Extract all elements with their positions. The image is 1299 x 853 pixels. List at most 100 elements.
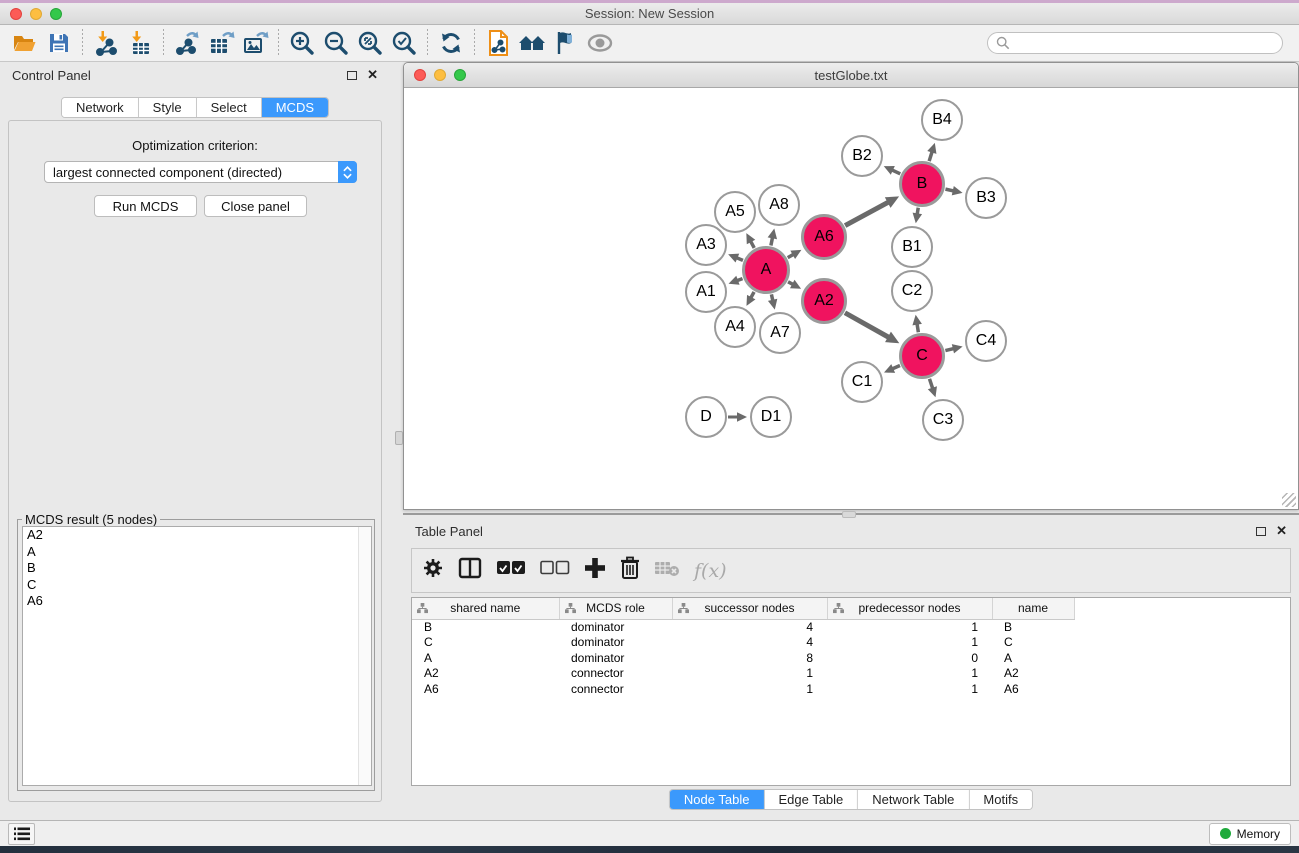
table-row[interactable]: Adominator80A (412, 650, 1290, 666)
delete-table-button[interactable] (654, 559, 680, 582)
graph-node-B[interactable]: B (899, 161, 945, 207)
float-panel-icon[interactable] (1256, 527, 1266, 536)
save-session-button[interactable] (42, 28, 76, 58)
graph-node-A[interactable]: A (742, 246, 790, 294)
column-header-successor-nodes[interactable]: successor nodes (672, 598, 827, 619)
graph-edge-A2-C[interactable] (845, 313, 890, 338)
graph-node-C2[interactable]: C2 (891, 270, 933, 312)
graph-node-A2[interactable]: A2 (801, 278, 847, 324)
table-cell[interactable]: 4 (672, 635, 827, 651)
import-table-button[interactable] (123, 28, 157, 58)
mcds-result-item[interactable]: A2 (23, 527, 371, 544)
column-header-shared-name[interactable]: shared name (412, 598, 559, 619)
mcds-result-item[interactable]: A6 (23, 593, 371, 610)
home-button[interactable] (515, 28, 549, 58)
table-cell[interactable]: A (412, 650, 559, 666)
tab-motifs[interactable]: Motifs (969, 790, 1032, 809)
close-panel-icon[interactable]: ✕ (367, 70, 378, 80)
graph-node-A6[interactable]: A6 (801, 214, 847, 260)
table-cell[interactable]: 8 (672, 650, 827, 666)
tab-style[interactable]: Style (139, 98, 197, 117)
tab-mcds[interactable]: MCDS (262, 98, 328, 117)
table-cell[interactable]: dominator (559, 635, 672, 651)
show-hide-panels-button[interactable] (583, 28, 617, 58)
search-input[interactable] (1015, 36, 1274, 50)
open-session-button[interactable] (8, 28, 42, 58)
tab-network-table[interactable]: Network Table (858, 790, 969, 809)
task-history-button[interactable] (8, 823, 35, 845)
zoom-in-button[interactable] (285, 28, 319, 58)
close-panel-button[interactable]: Close panel (204, 195, 307, 217)
table-row[interactable]: Cdominator41C (412, 635, 1290, 651)
column-header-mcds-role[interactable]: MCDS role (559, 598, 672, 619)
horizontal-divider-handle[interactable] (842, 511, 856, 518)
tab-select[interactable]: Select (197, 98, 262, 117)
table-row[interactable]: A6connector11A6 (412, 681, 1290, 697)
graph-edge-A6-B[interactable] (845, 202, 889, 226)
table-cell[interactable]: 1 (827, 635, 992, 651)
level-of-detail-button[interactable] (549, 28, 583, 58)
resize-grip-icon[interactable] (1282, 493, 1296, 507)
select-all-button[interactable] (496, 560, 526, 581)
graph-node-C1[interactable]: C1 (841, 361, 883, 403)
mcds-result-list[interactable]: A2ABCA6 (22, 526, 372, 786)
float-panel-icon[interactable] (347, 71, 357, 80)
split-divider-handle[interactable] (395, 431, 403, 445)
export-image-button[interactable] (238, 28, 272, 58)
create-column-button[interactable] (584, 557, 606, 584)
tab-edge-table[interactable]: Edge Table (764, 790, 858, 809)
table-cell[interactable]: dominator (559, 650, 672, 666)
table-cell[interactable]: A6 (992, 681, 1074, 697)
table-cell[interactable]: connector (559, 666, 672, 682)
graph-node-B1[interactable]: B1 (891, 226, 933, 268)
function-builder-button[interactable]: f(x) (694, 560, 727, 582)
graph-node-A8[interactable]: A8 (758, 184, 800, 226)
memory-button[interactable]: Memory (1209, 823, 1291, 845)
optimization-criterion-select[interactable]: largest connected component (directed) (44, 161, 357, 183)
run-mcds-button[interactable]: Run MCDS (94, 195, 197, 217)
graph-node-A7[interactable]: A7 (759, 312, 801, 354)
zoom-fit-button[interactable] (353, 28, 387, 58)
graph-node-C3[interactable]: C3 (922, 399, 964, 441)
table-cell[interactable]: connector (559, 681, 672, 697)
graph-node-B4[interactable]: B4 (921, 99, 963, 141)
import-network-button[interactable] (89, 28, 123, 58)
table-cell[interactable]: A2 (412, 666, 559, 682)
graph-node-B2[interactable]: B2 (841, 135, 883, 177)
search-box[interactable] (987, 32, 1283, 54)
export-network-button[interactable] (170, 28, 204, 58)
network-overview-button[interactable] (481, 28, 515, 58)
table-cell[interactable]: 1 (827, 619, 992, 635)
graph-node-A3[interactable]: A3 (685, 224, 727, 266)
table-cell[interactable]: dominator (559, 619, 672, 635)
graph-node-A1[interactable]: A1 (685, 271, 727, 313)
delete-column-button[interactable] (620, 556, 640, 585)
tab-node-table[interactable]: Node Table (670, 790, 765, 809)
show-columns-button[interactable] (458, 557, 482, 584)
table-cell[interactable]: 1 (827, 666, 992, 682)
export-table-button[interactable] (204, 28, 238, 58)
table-cell[interactable]: B (992, 619, 1074, 635)
table-cell[interactable]: B (412, 619, 559, 635)
graph-node-B3[interactable]: B3 (965, 177, 1007, 219)
table-cell[interactable]: C (412, 635, 559, 651)
table-cell[interactable]: A6 (412, 681, 559, 697)
table-cell[interactable]: 1 (827, 681, 992, 697)
table-row[interactable]: Bdominator41B (412, 619, 1290, 635)
zoom-selected-button[interactable] (387, 28, 421, 58)
scrollbar-track[interactable] (358, 527, 371, 785)
table-cell[interactable]: 4 (672, 619, 827, 635)
graph-node-D1[interactable]: D1 (750, 396, 792, 438)
table-options-button[interactable] (422, 557, 444, 584)
mcds-result-item[interactable]: C (23, 577, 371, 594)
mcds-result-item[interactable]: A (23, 544, 371, 561)
table-cell[interactable]: 0 (827, 650, 992, 666)
table-cell[interactable]: C (992, 635, 1074, 651)
table-cell[interactable]: A2 (992, 666, 1074, 682)
tab-network[interactable]: Network (62, 98, 139, 117)
column-header-name[interactable]: name (992, 598, 1074, 619)
graph-node-D[interactable]: D (685, 396, 727, 438)
network-window-titlebar[interactable]: testGlobe.txt (404, 63, 1298, 88)
graph-node-C4[interactable]: C4 (965, 320, 1007, 362)
zoom-out-button[interactable] (319, 28, 353, 58)
